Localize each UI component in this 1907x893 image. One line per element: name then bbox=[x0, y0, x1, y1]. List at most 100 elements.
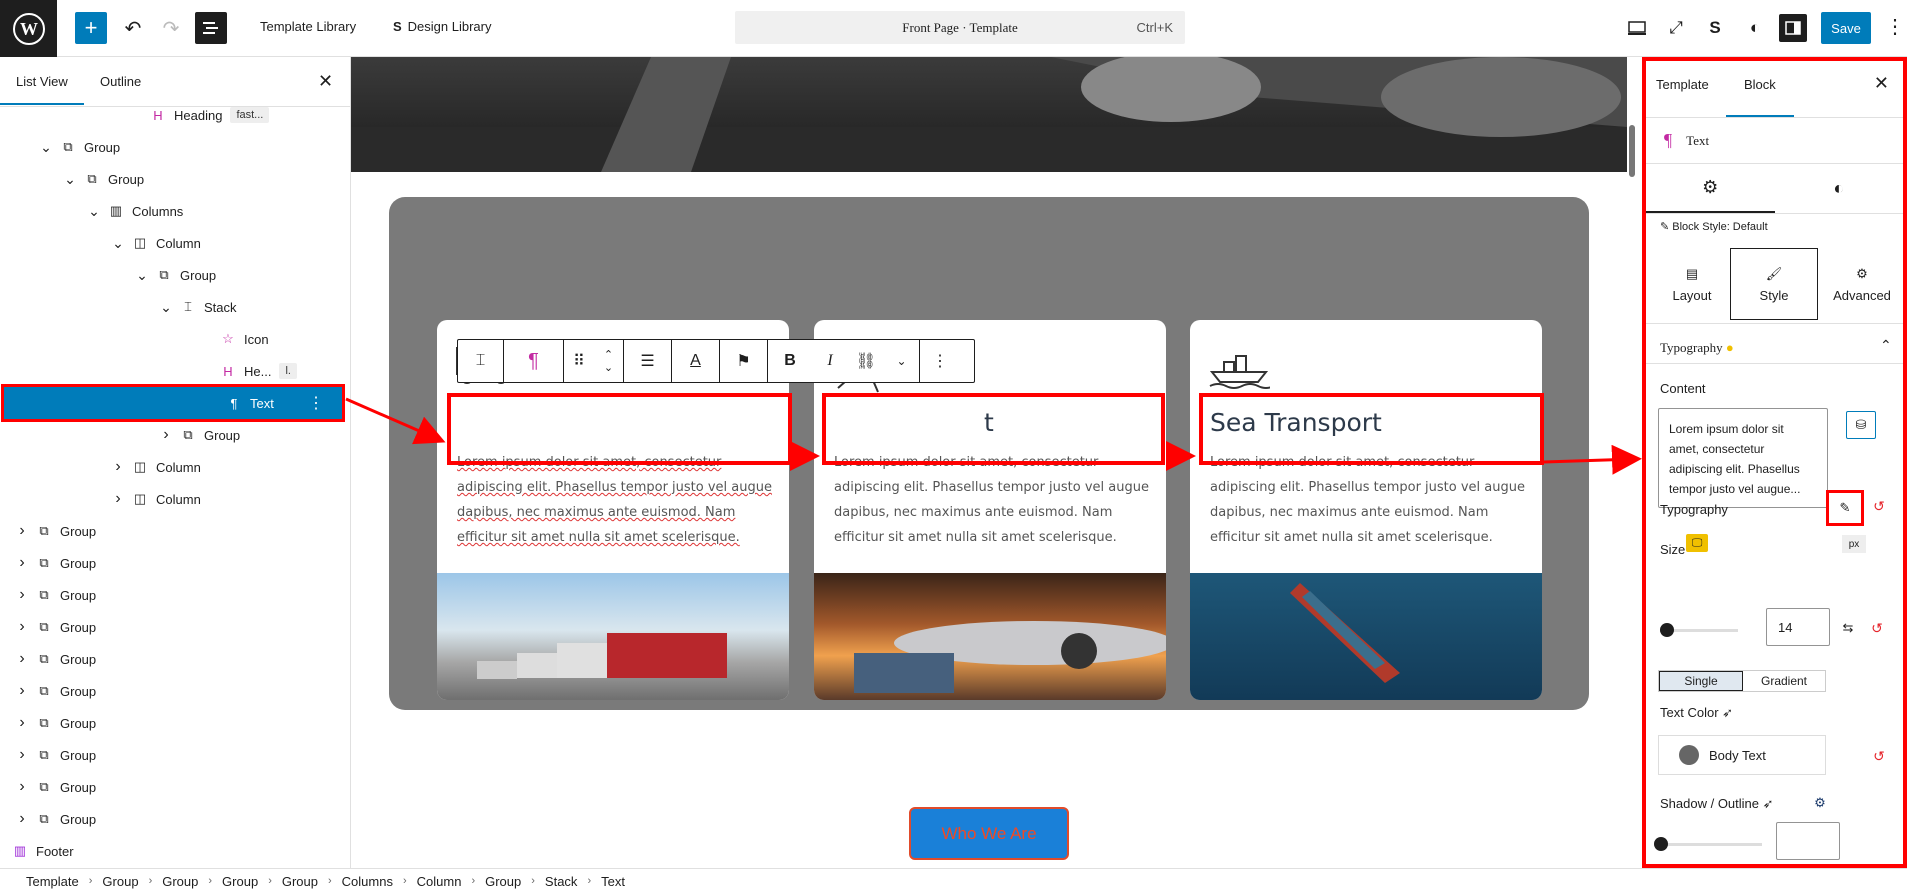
unit-selector[interactable]: px bbox=[1842, 535, 1866, 553]
desktop-preview-icon[interactable] bbox=[1623, 14, 1651, 42]
list-item-group[interactable]: ⌄ ⧉ Group bbox=[64, 163, 144, 195]
toggle-single[interactable]: Single bbox=[1659, 671, 1743, 691]
breadcrumb-item[interactable]: Stack bbox=[545, 874, 578, 889]
typography-section-header[interactable]: Typography ● bbox=[1660, 340, 1734, 356]
command-palette-bar[interactable]: Front Page · Template Ctrl+K bbox=[735, 11, 1185, 44]
redo-icon[interactable]: ↷ bbox=[155, 12, 187, 44]
styles-contrast-icon[interactable]: ◐ bbox=[1775, 164, 1904, 213]
list-item-group[interactable]: › ⧉ Group bbox=[16, 803, 96, 835]
close-icon[interactable]: ✕ bbox=[318, 71, 333, 92]
chevron-right-icon[interactable]: › bbox=[112, 458, 124, 476]
editor-canvas[interactable]: Lorem ipsum dolor sit amet, consectetur … bbox=[351, 57, 1627, 868]
chevron-right-icon[interactable]: › bbox=[0, 842, 4, 860]
chevron-right-icon[interactable]: › bbox=[16, 618, 28, 636]
external-view-icon[interactable]: ⤢ bbox=[1662, 14, 1690, 42]
list-item-column[interactable]: › ◫ Column bbox=[112, 451, 200, 483]
list-item-group[interactable]: › ⧉ Group bbox=[16, 707, 96, 739]
dynamic-content-icon[interactable]: ⛁ bbox=[1846, 411, 1876, 439]
breadcrumb-item[interactable]: Group bbox=[222, 874, 258, 889]
who-we-are-button[interactable]: Who We Are bbox=[909, 807, 1069, 860]
chevron-down-icon[interactable]: ⌄ bbox=[64, 171, 76, 188]
chevron-down-icon[interactable]: ⌄ bbox=[40, 139, 52, 156]
list-item-group[interactable]: › ⧉ Group bbox=[16, 579, 96, 611]
breadcrumb-item[interactable]: Group bbox=[485, 874, 521, 889]
link-icon[interactable]: ⛓ bbox=[848, 339, 884, 383]
flag-icon[interactable]: ⚑ bbox=[720, 339, 768, 383]
list-item-column[interactable]: › ◫ Column bbox=[112, 483, 200, 515]
adjust-sliders-icon[interactable]: ⇆ bbox=[1838, 618, 1858, 638]
scroll-thumb[interactable] bbox=[1629, 125, 1635, 177]
undo-icon[interactable]: ↶ bbox=[117, 12, 149, 44]
layout-tab[interactable]: ▤ Layout bbox=[1648, 248, 1736, 320]
document-overview-button[interactable] bbox=[195, 12, 227, 44]
paragraph-icon[interactable]: ¶ bbox=[504, 339, 564, 383]
block-style-label[interactable]: ✎ Block Style: Default bbox=[1646, 214, 1903, 233]
toggle-gradient[interactable]: Gradient bbox=[1743, 671, 1825, 691]
breadcrumb-item[interactable]: Column bbox=[417, 874, 462, 889]
list-item-group[interactable]: › ⧉ Group bbox=[16, 547, 96, 579]
chevron-right-icon[interactable]: › bbox=[16, 714, 28, 732]
text-color-icon[interactable]: A bbox=[672, 339, 720, 383]
edit-typography-pencil-icon[interactable]: ✎ bbox=[1826, 490, 1864, 526]
more-options-icon[interactable]: ⋮ bbox=[1885, 14, 1905, 39]
chevron-right-icon[interactable]: › bbox=[16, 522, 28, 540]
settings-gear-icon[interactable]: ⚙ bbox=[1646, 164, 1775, 213]
tab-list-view[interactable]: List View bbox=[0, 74, 84, 105]
content-textarea[interactable]: Lorem ipsum dolor sit amet, consectetur … bbox=[1658, 408, 1828, 508]
chevron-down-icon[interactable]: ⌄ bbox=[160, 299, 172, 316]
reset-icon[interactable]: ↺ bbox=[1870, 747, 1888, 765]
chevron-right-icon[interactable]: › bbox=[16, 554, 28, 572]
list-item-group[interactable]: › ⧉ Group bbox=[160, 419, 240, 451]
list-item-he[interactable]: H He... l. bbox=[200, 355, 297, 387]
card-text[interactable]: Lorem ipsum dolor sit amet, consectetur … bbox=[457, 450, 777, 550]
chevron-right-icon[interactable]: › bbox=[16, 810, 28, 828]
align-left-icon[interactable]: ☰ bbox=[624, 339, 672, 383]
chevron-right-icon[interactable]: › bbox=[16, 650, 28, 668]
move-up-down-icon[interactable]: ⌃ ⌄ bbox=[594, 339, 624, 383]
breadcrumb-item[interactable]: Columns bbox=[342, 874, 393, 889]
gear-icon[interactable]: ⚙ bbox=[1810, 793, 1830, 813]
chevron-right-icon[interactable]: › bbox=[112, 490, 124, 508]
chevron-down-icon[interactable]: ⌄ bbox=[88, 203, 100, 220]
list-item-group[interactable]: › ⧉ Group bbox=[16, 643, 96, 675]
row-options-icon[interactable]: ⋮ bbox=[308, 393, 324, 413]
list-item-group[interactable]: ⌄ ⧉ Group bbox=[40, 131, 120, 163]
list-item-text[interactable]: ¶ Text ⋮ bbox=[1, 384, 345, 422]
list-item-icon[interactable]: ☆ Icon bbox=[200, 323, 268, 355]
block-options-icon[interactable]: ⋮ bbox=[920, 339, 960, 383]
chevron-right-icon[interactable]: › bbox=[16, 778, 28, 796]
template-library-link[interactable]: Template Library bbox=[260, 19, 356, 34]
list-item-group[interactable]: › ⧉ Group bbox=[16, 515, 96, 547]
canvas-scrollbar[interactable] bbox=[1626, 57, 1636, 868]
breadcrumb-item[interactable]: Group bbox=[282, 874, 318, 889]
list-item-column[interactable]: ⌄ ◫ Column bbox=[112, 227, 201, 259]
tab-block[interactable]: Block bbox=[1744, 77, 1776, 92]
list-item-group[interactable]: › ⧉ Group bbox=[16, 739, 96, 771]
list-item-footer[interactable]: › ▥ Footer bbox=[0, 835, 74, 867]
reset-icon[interactable]: ↺ bbox=[1870, 497, 1888, 515]
list-item-columns[interactable]: ⌄ ▥ Columns bbox=[88, 195, 183, 227]
list-item-stack[interactable]: ⌄ ⌶ Stack bbox=[160, 291, 236, 323]
more-formatting-icon[interactable]: ⌄ bbox=[884, 339, 920, 383]
breadcrumb-item[interactable]: Group bbox=[162, 874, 198, 889]
advanced-tab[interactable]: ⚙ Advanced bbox=[1818, 248, 1906, 320]
save-button[interactable]: Save bbox=[1821, 12, 1871, 44]
settings-panel-icon[interactable] bbox=[1779, 14, 1807, 42]
style-tab[interactable]: 🖌 Style bbox=[1730, 248, 1818, 320]
desktop-device-icon[interactable]: 🖵 bbox=[1686, 534, 1708, 552]
shadow-input[interactable] bbox=[1776, 822, 1840, 860]
contrast-icon[interactable]: ◐ bbox=[1741, 14, 1769, 42]
shadow-slider-track[interactable] bbox=[1658, 843, 1762, 846]
text-color-picker[interactable]: Body Text bbox=[1658, 735, 1826, 775]
chevron-right-icon[interactable]: › bbox=[160, 426, 172, 444]
italic-icon[interactable]: I bbox=[812, 339, 848, 383]
list-item-heading[interactable]: H Heading fast... bbox=[130, 99, 270, 131]
collapse-chevron-icon[interactable]: ⌃ bbox=[1880, 337, 1892, 354]
chevron-down-icon[interactable]: ⌄ bbox=[112, 235, 124, 252]
list-item-group[interactable]: › ⧉ Group bbox=[16, 771, 96, 803]
spectra-icon[interactable]: S bbox=[1701, 14, 1729, 42]
shadow-slider-knob[interactable] bbox=[1654, 837, 1668, 851]
size-slider-knob[interactable] bbox=[1660, 623, 1674, 637]
breadcrumb-item[interactable]: Group bbox=[102, 874, 138, 889]
chevron-right-icon[interactable]: › bbox=[16, 682, 28, 700]
